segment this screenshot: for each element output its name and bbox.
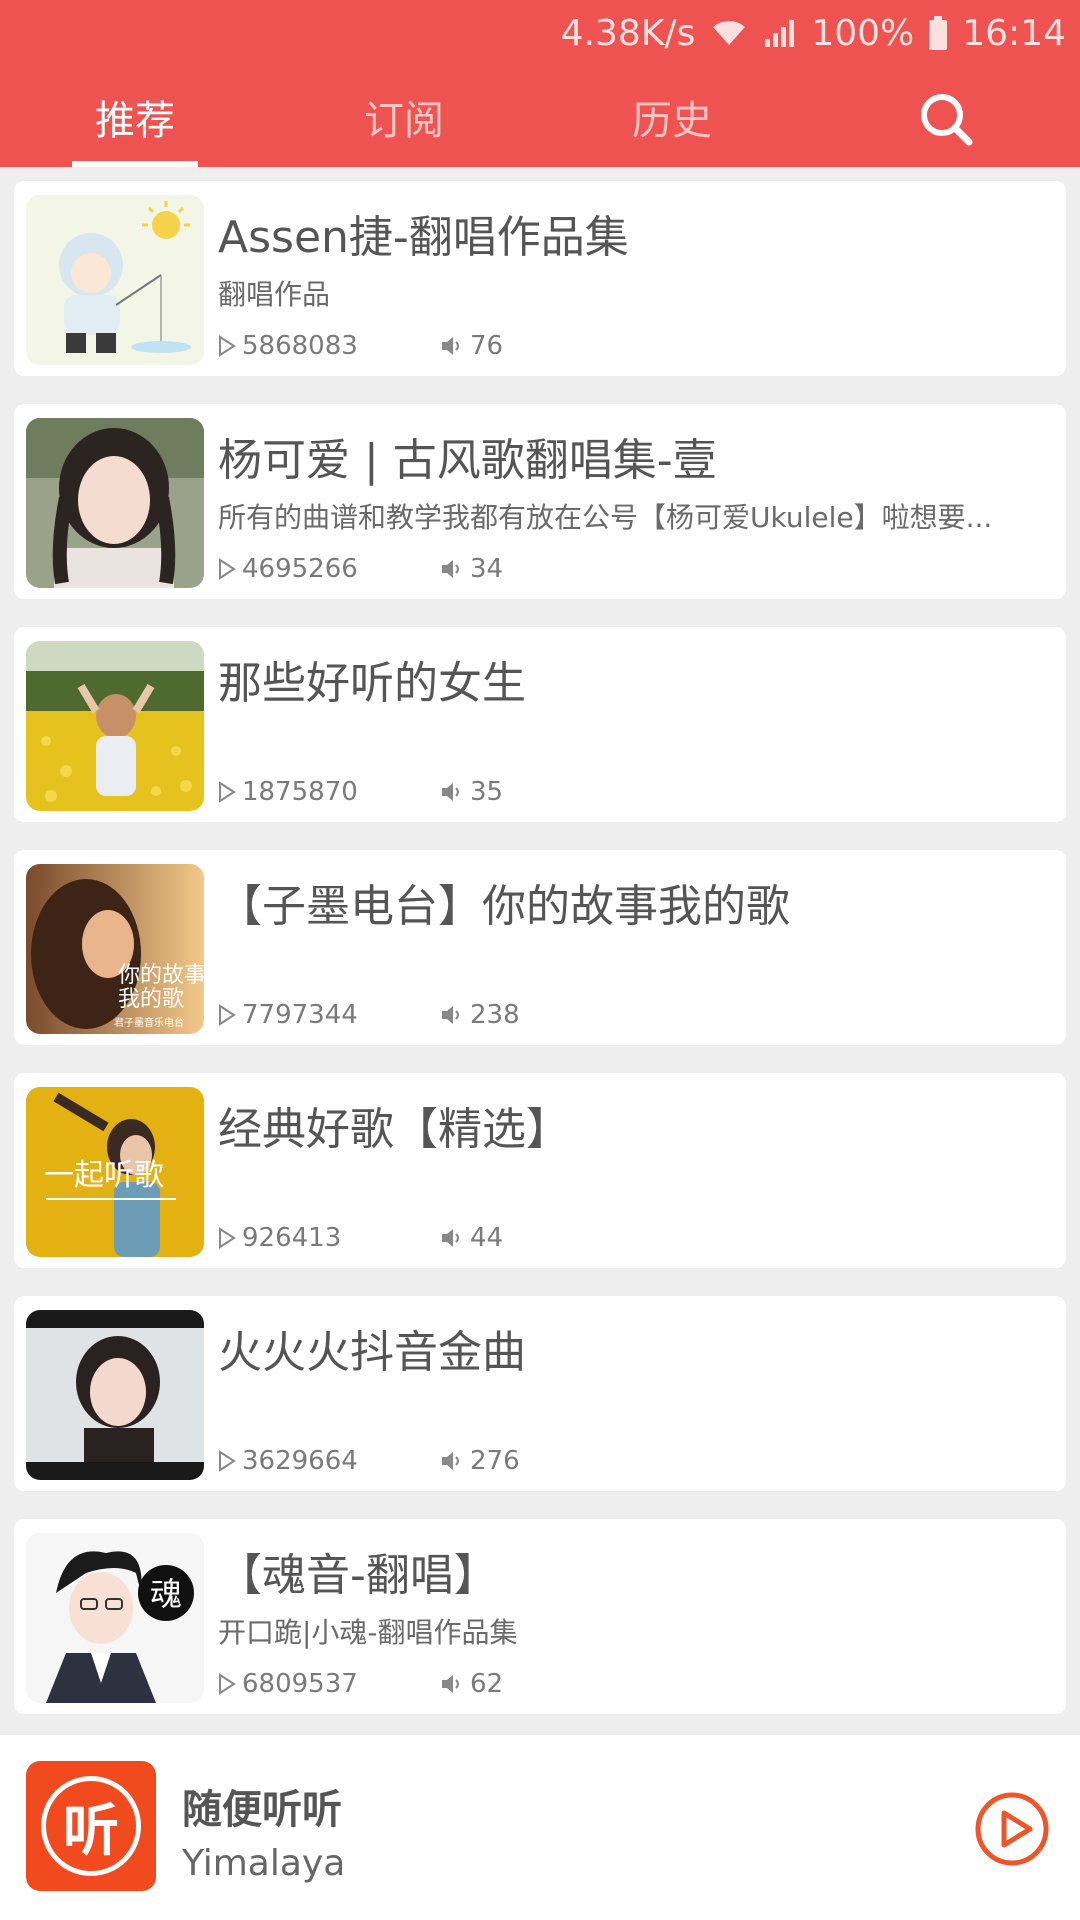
signal-icon bbox=[763, 17, 797, 49]
svg-text:我的歌: 我的歌 bbox=[118, 987, 184, 1012]
play-count-icon bbox=[219, 1450, 236, 1472]
play-count: 7797344 bbox=[218, 1000, 358, 1030]
track-count-value: 76 bbox=[470, 331, 504, 361]
battery-percent: 100% bbox=[811, 12, 915, 54]
album-cover: 魂 bbox=[26, 1533, 204, 1703]
play-count-icon bbox=[219, 335, 236, 357]
clock: 16:14 bbox=[962, 12, 1066, 54]
svg-text:魂: 魂 bbox=[150, 1575, 182, 1613]
status-bar: 4.38K/s 100% 16:14 bbox=[0, 0, 1080, 66]
album-title: 杨可爱 | 古风歌翻唱集-壹 bbox=[218, 435, 717, 486]
app-logo: 听 bbox=[26, 1761, 156, 1891]
tab-label: 历史 bbox=[632, 97, 712, 144]
mini-player[interactable]: 听 随便听听 Yimalaya bbox=[0, 1735, 1080, 1920]
play-count-value: 926413 bbox=[242, 1223, 342, 1253]
play-count-value: 6809537 bbox=[242, 1669, 358, 1699]
speaker-icon bbox=[442, 337, 459, 355]
track-count-value: 276 bbox=[470, 1446, 520, 1476]
play-count-value: 4695266 bbox=[242, 554, 358, 584]
play-count: 926413 bbox=[218, 1223, 341, 1253]
speaker-icon bbox=[442, 560, 459, 578]
album-card[interactable]: 火火火抖音金曲 3629664 276 bbox=[14, 1296, 1066, 1491]
play-count: 6809537 bbox=[218, 1669, 358, 1699]
track-count-value: 62 bbox=[470, 1669, 504, 1699]
album-title: 火火火抖音金曲 bbox=[218, 1327, 526, 1378]
player-title: 随便听听 bbox=[182, 1787, 342, 1833]
play-count: 3629664 bbox=[218, 1446, 358, 1476]
album-card[interactable]: 魂 【魂音-翻唱】 开口跪|小魂-翻唱作品集 6809537 62 bbox=[14, 1519, 1066, 1714]
battery-icon bbox=[928, 16, 948, 50]
album-subtitle: 翻唱作品 bbox=[218, 278, 331, 311]
tab-history[interactable]: 历史 bbox=[592, 66, 752, 167]
play-icon[interactable] bbox=[972, 1789, 1052, 1869]
album-cover: 你的故事 我的歌 君子墨音乐电台 bbox=[26, 864, 204, 1034]
album-card[interactable]: Assen捷-翻唱作品集 翻唱作品 5868083 76 bbox=[14, 181, 1066, 376]
tab-subscribe[interactable]: 订阅 bbox=[324, 66, 484, 167]
album-title: 【魂音-翻唱】 bbox=[218, 1550, 498, 1601]
album-subtitle: 所有的曲谱和教学我都有放在公号【杨可爱Ukulele】啦想要... bbox=[218, 501, 993, 534]
play-count-value: 5868083 bbox=[242, 331, 358, 361]
speaker-icon bbox=[442, 1229, 459, 1247]
play-count: 4695266 bbox=[218, 554, 358, 584]
album-cover bbox=[26, 1310, 204, 1480]
track-count: 44 bbox=[440, 1223, 503, 1253]
tab-recommend[interactable]: 推荐 bbox=[55, 66, 215, 167]
wifi-icon bbox=[709, 17, 749, 49]
speaker-icon bbox=[442, 1452, 459, 1470]
track-count-value: 35 bbox=[470, 777, 504, 807]
svg-text:你的故事: 你的故事 bbox=[118, 963, 204, 988]
album-title: 那些好听的女生 bbox=[218, 658, 526, 709]
album-cover bbox=[26, 195, 204, 365]
play-count-value: 7797344 bbox=[242, 1000, 358, 1030]
album-subtitle: 开口跪|小魂-翻唱作品集 bbox=[218, 1616, 518, 1649]
album-cover: 一起听歌 bbox=[26, 1087, 204, 1257]
track-count: 62 bbox=[440, 1669, 503, 1699]
album-card[interactable]: 一起听歌 经典好歌【精选】 926413 44 bbox=[14, 1073, 1066, 1268]
track-count-value: 238 bbox=[470, 1000, 520, 1030]
album-title: 【子墨电台】你的故事我的歌 bbox=[218, 881, 790, 932]
play-count-icon bbox=[219, 558, 236, 580]
album-title: 经典好歌【精选】 bbox=[218, 1104, 570, 1155]
play-count-icon bbox=[219, 781, 236, 803]
tab-bar: 推荐 订阅 历史 bbox=[0, 66, 1080, 167]
album-cover bbox=[26, 418, 204, 588]
app-header: 4.38K/s 100% 16:14 推荐 订阅 历史 bbox=[0, 0, 1080, 167]
track-count: 76 bbox=[440, 331, 503, 361]
tab-label: 订阅 bbox=[364, 97, 444, 144]
play-count-icon bbox=[219, 1004, 236, 1026]
tab-indicator bbox=[72, 161, 198, 167]
net-speed: 4.38K/s bbox=[560, 12, 696, 54]
album-card[interactable]: 你的故事 我的歌 君子墨音乐电台 【子墨电台】你的故事我的歌 7797344 2… bbox=[14, 850, 1066, 1045]
play-count-value: 1875870 bbox=[242, 777, 358, 807]
speaker-icon bbox=[442, 783, 459, 801]
track-count-value: 44 bbox=[470, 1223, 504, 1253]
logo-char: 听 bbox=[63, 1798, 119, 1864]
album-cover bbox=[26, 641, 204, 811]
player-artist: Yimalaya bbox=[182, 1843, 346, 1884]
album-title: Assen捷-翻唱作品集 bbox=[218, 212, 629, 263]
play-count: 5868083 bbox=[218, 331, 358, 361]
album-card[interactable]: 那些好听的女生 1875870 35 bbox=[14, 627, 1066, 822]
svg-text:一起听歌: 一起听歌 bbox=[44, 1158, 164, 1193]
play-count: 1875870 bbox=[218, 777, 358, 807]
play-count-icon bbox=[219, 1227, 236, 1249]
track-count: 276 bbox=[440, 1446, 520, 1476]
track-count: 34 bbox=[440, 554, 503, 584]
tab-label: 推荐 bbox=[95, 97, 175, 144]
track-count-value: 34 bbox=[470, 554, 504, 584]
search-icon[interactable] bbox=[914, 87, 978, 151]
play-count-icon bbox=[219, 1673, 236, 1695]
speaker-icon bbox=[442, 1006, 459, 1024]
track-count: 238 bbox=[440, 1000, 520, 1030]
svg-text:君子墨音乐电台: 君子墨音乐电台 bbox=[114, 1016, 184, 1029]
speaker-icon bbox=[442, 1675, 459, 1693]
play-count-value: 3629664 bbox=[242, 1446, 358, 1476]
track-count: 35 bbox=[440, 777, 503, 807]
album-card[interactable]: 杨可爱 | 古风歌翻唱集-壹 所有的曲谱和教学我都有放在公号【杨可爱Ukulel… bbox=[14, 404, 1066, 599]
